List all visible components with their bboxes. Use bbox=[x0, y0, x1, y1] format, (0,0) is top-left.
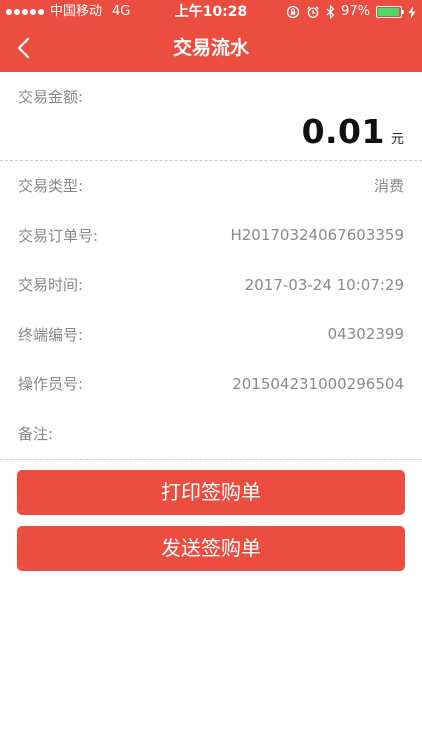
detail-row-type: 交易类型: 消费 bbox=[0, 161, 422, 211]
amount-value: 0.01 bbox=[301, 112, 385, 151]
battery-level-fill bbox=[378, 8, 400, 16]
amount-label: 交易金额: bbox=[18, 88, 84, 106]
status-right: 97% bbox=[286, 0, 416, 24]
send-receipt-button[interactable]: 发送签购单 bbox=[17, 526, 405, 571]
nav-bar: 交易流水 bbox=[0, 24, 422, 72]
detail-label: 交易类型: bbox=[18, 177, 84, 196]
lock-rotation-icon bbox=[286, 5, 300, 19]
detail-value: 消费 bbox=[373, 177, 404, 196]
detail-label: 终端编号: bbox=[18, 325, 84, 344]
detail-row-order-number: 交易订单号: H20170324067603359 bbox=[0, 211, 422, 261]
detail-label: 操作员号: bbox=[18, 375, 84, 394]
page-title: 交易流水 bbox=[172, 37, 249, 59]
detail-row-operator-id: 操作员号: 201504231000296504 bbox=[0, 359, 422, 409]
transaction-detail-screen: 中国移动 4G 上午10:28 97% 交易流水 交易金额: 0.01 元 交易… bbox=[0, 0, 422, 750]
print-receipt-button[interactable]: 打印签购单 bbox=[17, 470, 405, 515]
battery-icon bbox=[376, 6, 404, 18]
detail-value: 04302399 bbox=[327, 325, 404, 344]
detail-row-terminal-id: 终端编号: 04302399 bbox=[0, 310, 422, 360]
detail-value: 201504231000296504 bbox=[232, 374, 404, 393]
header: 中国移动 4G 上午10:28 97% 交易流水 bbox=[0, 0, 422, 72]
detail-row-time: 交易时间: 2017-03-24 10:07:29 bbox=[0, 260, 422, 310]
detail-row-remarks: 备注: bbox=[0, 409, 422, 459]
detail-label: 交易订单号: bbox=[18, 226, 99, 245]
detail-value: 2017-03-24 10:07:29 bbox=[244, 275, 404, 294]
battery-percent: 97% bbox=[341, 4, 370, 19]
detail-label: 交易时间: bbox=[18, 276, 84, 295]
bluetooth-icon bbox=[326, 5, 335, 19]
amount-unit: 元 bbox=[390, 132, 404, 147]
charging-bolt-icon bbox=[408, 5, 416, 19]
transaction-details: 交易类型: 消费 交易订单号: H20170324067603359 交易时间:… bbox=[0, 161, 422, 460]
alarm-icon bbox=[307, 6, 319, 19]
status-bar: 中国移动 4G 上午10:28 97% bbox=[0, 0, 422, 24]
detail-value: H20170324067603359 bbox=[230, 226, 404, 245]
detail-label: 备注: bbox=[18, 424, 54, 443]
amount-display: 0.01 元 bbox=[302, 112, 404, 151]
amount-section: 交易金额: 0.01 元 bbox=[0, 72, 422, 161]
